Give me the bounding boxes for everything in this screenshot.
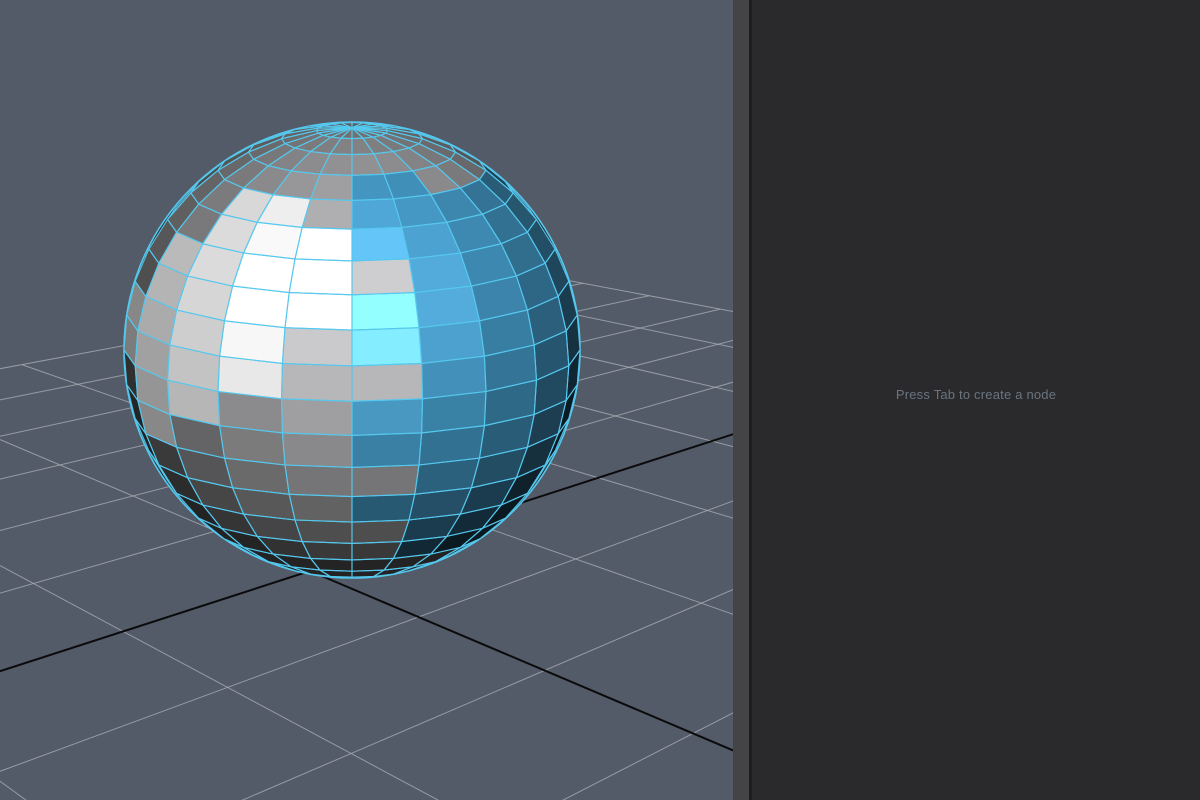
sphere-face — [352, 520, 409, 544]
sphere-face — [282, 327, 352, 366]
sphere-face — [352, 465, 419, 497]
sphere-face — [352, 432, 422, 468]
node-editor-panel[interactable]: Press Tab to create a node — [752, 0, 1200, 800]
sphere-face — [295, 520, 352, 544]
sphere-face — [295, 227, 352, 261]
sphere-face — [352, 494, 415, 523]
sphere-face — [352, 292, 419, 331]
sphere-face — [282, 432, 352, 468]
sphere-face — [289, 494, 352, 523]
perspective-viewport[interactable] — [0, 0, 733, 800]
sphere-face — [352, 327, 422, 366]
sphere-face — [352, 258, 415, 295]
sphere-face — [285, 465, 352, 497]
sphere-face — [281, 363, 352, 402]
sphere-face — [285, 292, 352, 331]
viewport-canvas[interactable] — [0, 0, 733, 800]
sphere-mesh[interactable] — [123, 121, 581, 579]
sphere-face — [281, 398, 352, 436]
panel-divider[interactable] — [733, 0, 752, 800]
sphere-face — [352, 398, 423, 436]
sphere-face — [352, 363, 423, 402]
sphere-face — [289, 258, 352, 295]
sphere-face — [352, 227, 409, 261]
node-editor-hint-text: Press Tab to create a node — [895, 387, 1057, 402]
